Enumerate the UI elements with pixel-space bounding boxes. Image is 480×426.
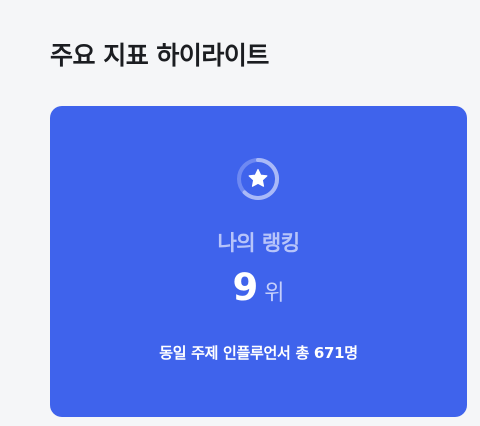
rank-unit: 위	[264, 281, 285, 306]
rank-value: 9	[232, 266, 259, 309]
highlights-page: 주요 지표 하이라이트 나의 랭킹 9위 동일 주제 인플루언서 총 671명	[0, 0, 480, 426]
rank-display: 9위	[50, 266, 467, 317]
star-badge-icon	[237, 157, 280, 200]
section-title: 주요 지표 하이라이트	[50, 41, 269, 70]
total-influencers-text: 동일 주제 인플루언서 총 671명	[159, 344, 358, 362]
ranking-card: 나의 랭킹 9위 동일 주제 인플루언서 총 671명	[50, 106, 467, 417]
rank-label: 나의 랭킹	[217, 231, 300, 255]
